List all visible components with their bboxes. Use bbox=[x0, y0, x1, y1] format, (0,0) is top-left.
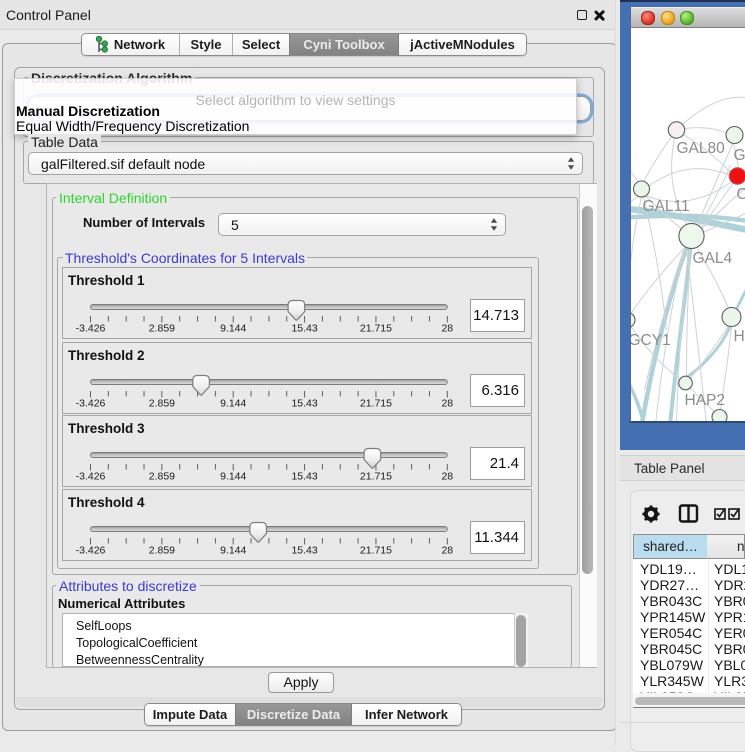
svg-text:GAL: GAL bbox=[733, 147, 745, 164]
svg-text:CR: CR bbox=[736, 186, 745, 203]
svg-text:9.144: 9.144 bbox=[220, 323, 246, 335]
svg-text:2.859: 2.859 bbox=[149, 471, 175, 483]
svg-text:28: 28 bbox=[441, 544, 453, 556]
svg-text:9.144: 9.144 bbox=[220, 544, 246, 556]
svg-text:15.43: 15.43 bbox=[291, 544, 317, 556]
svg-text:21.715: 21.715 bbox=[360, 397, 392, 409]
svg-text:15.43: 15.43 bbox=[291, 397, 317, 409]
svg-text:GAL11: GAL11 bbox=[642, 198, 689, 215]
svg-text:28: 28 bbox=[441, 471, 453, 483]
svg-text:9.144: 9.144 bbox=[220, 471, 246, 483]
svg-text:28: 28 bbox=[441, 323, 453, 335]
svg-text:GAL80: GAL80 bbox=[676, 140, 725, 157]
svg-text:21.715: 21.715 bbox=[360, 323, 392, 335]
svg-text:21.715: 21.715 bbox=[360, 544, 392, 556]
svg-text:HAP2: HAP2 bbox=[684, 392, 725, 409]
svg-text:2.859: 2.859 bbox=[149, 397, 175, 409]
svg-text:15.43: 15.43 bbox=[291, 471, 317, 483]
svg-text:GAL4: GAL4 bbox=[692, 250, 732, 267]
svg-text:HI: HI bbox=[733, 328, 745, 345]
svg-text:28: 28 bbox=[441, 397, 453, 409]
svg-text:2.859: 2.859 bbox=[149, 323, 175, 335]
svg-text:15.43: 15.43 bbox=[291, 323, 317, 335]
svg-text:-3.426: -3.426 bbox=[76, 397, 106, 409]
svg-text:21.715: 21.715 bbox=[360, 471, 392, 483]
svg-text:-3.426: -3.426 bbox=[76, 323, 106, 335]
svg-text:-3.426: -3.426 bbox=[76, 544, 106, 556]
svg-text:2.859: 2.859 bbox=[149, 544, 175, 556]
svg-text:9.144: 9.144 bbox=[220, 397, 246, 409]
svg-text:-3.426: -3.426 bbox=[76, 471, 106, 483]
svg-text:GCY1: GCY1 bbox=[631, 332, 671, 349]
